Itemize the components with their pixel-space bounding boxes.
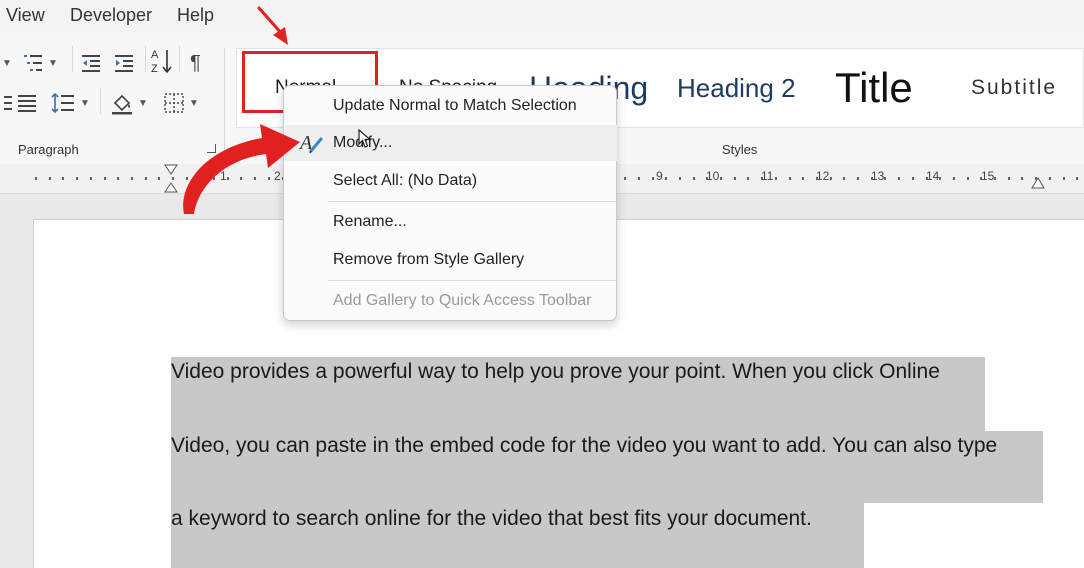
menu-item-label: Add Gallery to Quick Access Toolbar	[333, 292, 592, 309]
ruler-number: 15	[981, 169, 995, 183]
svg-text:Z: Z	[151, 63, 158, 75]
multilevel-list-button[interactable]: ▼	[22, 50, 58, 76]
style-title[interactable]: Title	[835, 49, 913, 127]
paragraph-group-label: Paragraph	[18, 142, 79, 157]
menu-item-remove-from-gallery[interactable]: Remove from Style Gallery	[285, 242, 617, 278]
show-formatting-button[interactable]: ¶	[190, 50, 201, 76]
paint-bucket-icon	[112, 94, 132, 115]
ruler-number: 12	[816, 169, 830, 183]
style-subtitle[interactable]: Subtitle	[971, 49, 1057, 127]
ruler-number: 10	[706, 169, 720, 183]
ruler-number: 13	[871, 169, 885, 183]
menu-item-modify[interactable]: A Modify...	[285, 125, 617, 161]
borders-button[interactable]: ▼	[163, 90, 199, 116]
divider	[179, 46, 180, 72]
curved-annotation-arrow-icon	[183, 124, 300, 214]
svg-text:A: A	[151, 49, 159, 61]
justify-button[interactable]	[4, 90, 12, 116]
ruler-tick	[802, 177, 804, 180]
ruler-tick	[1063, 177, 1065, 180]
divider	[72, 46, 73, 72]
chevron-down-icon[interactable]: ▼	[0, 50, 12, 76]
ruler-tick	[131, 177, 133, 180]
style-context-menu: Update Normal to Match Selection A Modif…	[283, 85, 617, 321]
ruler-tick	[1021, 177, 1023, 180]
ruler-tick	[693, 177, 695, 180]
ruler-tick	[624, 177, 626, 180]
document-text-line[interactable]: Video, you can paste in the embed code f…	[171, 434, 997, 458]
ruler-number: 11	[761, 169, 774, 183]
ruler-tick	[720, 177, 722, 180]
borders-icon	[164, 93, 184, 113]
ruler-tick	[898, 177, 900, 180]
menu-separator	[328, 201, 616, 202]
ruler-tick	[775, 177, 777, 180]
menu-item-label: Update Normal to Match Selection	[333, 97, 577, 114]
divider	[100, 88, 101, 114]
ruler-tick	[62, 177, 64, 180]
menu-help[interactable]: Help	[177, 5, 214, 26]
right-indent-marker-icon[interactable]	[1030, 174, 1046, 190]
pilcrow-icon: ¶	[190, 51, 201, 74]
style-heading-2[interactable]: Heading 2	[677, 49, 796, 127]
sort-az-icon: A Z	[151, 49, 172, 75]
ruler-tick	[90, 177, 92, 180]
ruler-tick	[35, 177, 37, 180]
ruler-tick	[830, 177, 832, 180]
ruler-tick	[912, 177, 914, 180]
align-justify-icon	[18, 95, 36, 112]
menu-item-label: Select All: (No Data)	[333, 172, 478, 189]
shading-button[interactable]: ▼	[110, 90, 148, 116]
line-spacing-button[interactable]: ▼	[50, 90, 90, 116]
ruler-tick	[789, 177, 791, 180]
menu-item-select-all[interactable]: Select All: (No Data)	[285, 163, 617, 199]
menu-item-rename[interactable]: Rename...	[285, 204, 617, 240]
menu-item-add-gallery-qat: Add Gallery to Quick Access Toolbar	[285, 283, 617, 319]
menu-separator	[328, 280, 616, 281]
ruler-tick	[76, 177, 78, 180]
styles-group-label: Styles	[722, 142, 758, 157]
ruler-tick	[1076, 177, 1078, 180]
ruler-tick	[652, 177, 654, 180]
ruler-tick	[679, 177, 681, 180]
ruler-tick	[953, 177, 955, 180]
sort-button[interactable]: A Z	[150, 48, 174, 75]
ruler-tick	[117, 177, 119, 180]
annotation-arrow-icon	[257, 6, 288, 45]
align-justify-icon	[4, 96, 12, 110]
line-spacing-icon	[51, 92, 74, 114]
menu-item-label: Remove from Style Gallery	[333, 251, 525, 268]
ruler-tick	[843, 177, 845, 180]
menu-item-update-normal[interactable]: Update Normal to Match Selection	[285, 88, 617, 124]
decrease-indent-button[interactable]	[80, 50, 102, 76]
ruler-tick	[49, 177, 51, 180]
menu-item-label: Rename...	[333, 213, 407, 230]
ruler-number: 9	[656, 169, 663, 183]
decrease-indent-icon	[82, 55, 100, 72]
ruler-tick	[1049, 177, 1051, 180]
ruler-number: 14	[926, 169, 940, 183]
ruler-tick	[857, 177, 859, 180]
document-text-line[interactable]: Video provides a powerful way to help yo…	[171, 360, 940, 384]
divider	[145, 46, 146, 72]
menu-developer[interactable]: Developer	[70, 5, 152, 26]
ruler-tick	[145, 177, 147, 180]
ruler-tick	[1008, 177, 1010, 180]
mouse-cursor-icon	[358, 129, 372, 148]
ruler-tick	[638, 177, 640, 180]
increase-indent-button[interactable]	[113, 50, 135, 76]
ruler-tick	[158, 177, 160, 180]
ruler-tick	[747, 177, 749, 180]
ruler-tick	[104, 177, 106, 180]
align-justify-button[interactable]	[16, 90, 38, 116]
multilevel-list-icon	[24, 55, 42, 71]
menu-bar: View Developer Help	[0, 0, 1084, 32]
ruler-tick	[967, 177, 969, 180]
document-text-line[interactable]: a keyword to search online for the video…	[171, 507, 812, 531]
ruler-tick	[665, 177, 667, 180]
menu-view[interactable]: View	[6, 5, 45, 26]
ruler-tick	[734, 177, 736, 180]
increase-indent-icon	[115, 55, 133, 72]
